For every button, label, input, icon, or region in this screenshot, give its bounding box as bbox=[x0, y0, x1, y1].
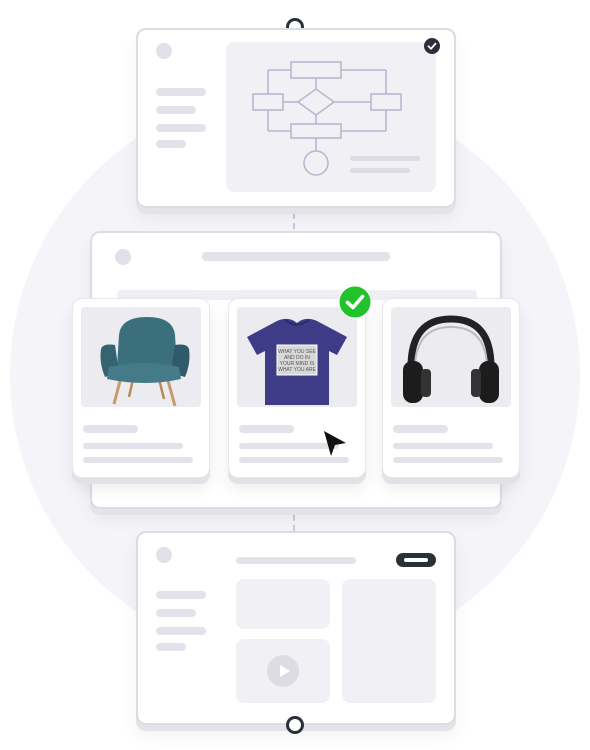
text-placeholder bbox=[393, 425, 448, 433]
media-tall-panel[interactable] bbox=[342, 579, 436, 703]
text-placeholder bbox=[393, 457, 503, 463]
product-image: WHAT YOU SEE AND DO IN YOUR MIND IS WHAT… bbox=[237, 307, 357, 407]
text-placeholder bbox=[350, 156, 420, 161]
product-card-armchair[interactable] bbox=[72, 298, 210, 478]
text-placeholder bbox=[350, 168, 410, 173]
product-card-tshirt[interactable]: WHAT YOU SEE AND DO IN YOUR MIND IS WHAT… bbox=[228, 298, 366, 478]
text-placeholder bbox=[156, 591, 206, 599]
flowchart-panel bbox=[226, 42, 436, 192]
cursor-arrow-icon bbox=[324, 431, 346, 456]
text-placeholder bbox=[83, 457, 193, 463]
selected-check-icon bbox=[338, 285, 372, 319]
media-card[interactable] bbox=[136, 531, 456, 725]
text-placeholder bbox=[156, 88, 206, 96]
text-placeholder bbox=[156, 106, 196, 114]
card-avatar bbox=[115, 249, 131, 265]
card-avatar bbox=[156, 547, 172, 563]
product-image bbox=[391, 307, 511, 407]
text-placeholder bbox=[156, 609, 196, 617]
text-placeholder bbox=[239, 425, 294, 433]
video-thumbnail[interactable] bbox=[236, 639, 330, 703]
text-placeholder bbox=[393, 443, 493, 449]
armchair-image bbox=[100, 317, 190, 407]
card-avatar bbox=[156, 43, 172, 59]
text-placeholder bbox=[83, 443, 183, 449]
product-card-headphones[interactable] bbox=[382, 298, 520, 478]
text-placeholder bbox=[156, 124, 206, 132]
product-image bbox=[81, 307, 201, 407]
headphones-image bbox=[403, 315, 499, 403]
title-placeholder bbox=[236, 557, 356, 564]
flowchart-card[interactable] bbox=[136, 28, 456, 208]
pill-inner bbox=[404, 558, 428, 562]
check-icon bbox=[424, 38, 440, 54]
text-placeholder bbox=[156, 643, 186, 651]
title-placeholder bbox=[202, 252, 390, 261]
text-placeholder bbox=[83, 425, 138, 433]
text-placeholder bbox=[156, 140, 186, 148]
bottom-connector-node bbox=[286, 716, 304, 734]
action-pill-button[interactable] bbox=[396, 553, 436, 567]
shirt-print-text: WHAT YOU SEE AND DO IN YOUR MIND IS WHAT… bbox=[278, 349, 316, 373]
play-icon[interactable] bbox=[267, 655, 299, 687]
text-placeholder bbox=[156, 627, 206, 635]
media-thumbnail[interactable] bbox=[236, 579, 330, 629]
